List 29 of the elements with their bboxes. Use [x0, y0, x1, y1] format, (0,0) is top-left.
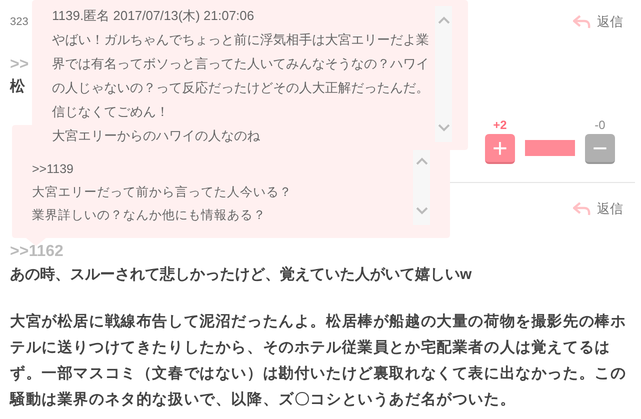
plus-count: +2 [493, 117, 507, 134]
popup-text: 業界詳しいの？なんか他にも情報ある？ [32, 207, 266, 224]
comment-text: 大宮が松居に戦線布告して泥沼だったんよ。松居棒が船越の大量の荷物を撮影先の棒ホテルに送りつけてきたりしたから、そのホテル従業員とか宅配業者の人は覚えてるはず。一部マスコミ（文春ではない）は勘付いたけど裏取れなくて表に出なかった。この騒動は業界のネタ的な扱いで、以降、ズ〇コシというあだ名がついた。 [10, 312, 628, 410]
comment-text: 松 [10, 77, 25, 97]
minus-button[interactable]: − [585, 134, 615, 164]
popup-text: 界では有名ってボソっと言ってた人いてみんなそうなの？ハワイ [52, 55, 429, 73]
plus-button[interactable]: + [485, 134, 515, 164]
popup-text: >>1139 [32, 161, 74, 178]
scrollbar[interactable] [435, 6, 452, 142]
comment-number: 323 [10, 14, 28, 30]
popup-text: 大宮エリーだって前から言ってた人今いる？ [32, 184, 292, 201]
anchor-link[interactable]: >> [10, 54, 29, 76]
popup-text: の人じゃないの？って反応だったけどその人大正解だったんだ。 [52, 79, 429, 97]
popup-text: やばい！ガルちゃんでちょっと前に浮気相手は大宮エリーだよ業 [52, 31, 429, 49]
anchor-link[interactable]: >>1162 [10, 241, 64, 263]
reply-link[interactable]: 返信 [573, 12, 623, 32]
chevron-up-icon[interactable] [438, 16, 450, 24]
popup-text: 信じなくてごめん！ [52, 103, 169, 121]
reply-icon [573, 15, 591, 29]
chevron-down-icon[interactable] [416, 207, 428, 215]
comment-text: あの時、スルーされて悲しかったけど、覚えていた人がいて嬉しいw [10, 265, 472, 285]
post-header: 1139.匿名 2017/07/13(木) 21:07:06 [52, 7, 254, 25]
minus-count: -0 [594, 117, 606, 134]
scrollbar[interactable] [413, 147, 430, 225]
chevron-down-icon[interactable] [438, 124, 450, 132]
reply-icon [573, 202, 591, 216]
reply-link[interactable]: 返信 [573, 199, 623, 219]
popup-text: 大宮エリーからのハワイの人なのね [52, 127, 260, 145]
chevron-up-icon[interactable] [416, 157, 428, 165]
